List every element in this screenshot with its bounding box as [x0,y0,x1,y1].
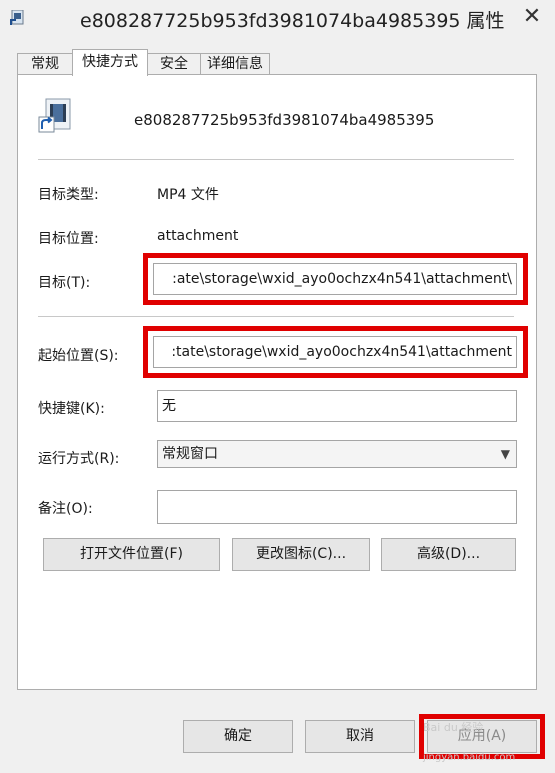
target-type-label: 目标类型: [38,187,99,203]
shortcut-panel [17,74,537,690]
shortcut-name: e808287725b953fd3981074ba4985395 [134,111,435,129]
target-location-value: attachment [157,228,239,244]
chevron-down-icon: ▼ [500,447,510,461]
divider [38,316,514,317]
target-input-text: :ate\storage\wxid_ayo0ochzx4n541\attachm… [172,271,512,287]
hotkey-input-text: 无 [162,398,176,414]
cancel-button[interactable]: 取消 [305,720,415,753]
target-label: 目标(T): [38,275,91,291]
close-button[interactable]: ✕ [519,5,545,29]
target-input[interactable]: :ate\storage\wxid_ayo0ochzx4n541\attachm… [153,263,517,295]
tab-general[interactable]: 常规 [17,53,73,74]
baidu-watermark-url: jingyan.baidu.com [423,752,516,763]
tab-details[interactable]: 详细信息 [200,53,270,74]
tab-security[interactable]: 安全 [147,53,201,74]
run-select[interactable]: 常规窗口 ▼ [157,440,517,468]
title-bar: e808287725b953fd3981074ba4985395 属性 ✕ [0,0,555,40]
ok-button[interactable]: 确定 [183,720,293,753]
hotkey-label: 快捷键(K): [38,401,105,417]
run-label: 运行方式(R): [38,451,120,467]
start-in-input[interactable]: :tate\storage\wxid_ayo0ochzx4n541\attach… [153,336,517,368]
change-icon-button[interactable]: 更改图标(C)... [232,538,370,571]
start-in-label: 起始位置(S): [38,348,119,364]
target-location-label: 目标位置: [38,231,99,247]
shortcut-app-icon [10,10,24,25]
hotkey-input[interactable]: 无 [157,390,517,422]
divider [38,159,514,160]
comment-input[interactable] [157,490,517,524]
tab-shortcut[interactable]: 快捷方式 [72,49,148,76]
video-file-icon [38,98,71,133]
baidu-watermark: Bai du 经验 [423,721,484,734]
start-in-input-text: :tate\storage\wxid_ayo0ochzx4n541\attach… [171,344,512,360]
target-type-value: MP4 文件 [157,187,219,203]
comment-label: 备注(O): [38,501,93,517]
open-file-location-button[interactable]: 打开文件位置(F) [43,538,220,571]
advanced-button[interactable]: 高级(D)... [381,538,516,571]
window-title: e808287725b953fd3981074ba4985395 属性 [80,10,505,32]
run-select-value: 常规窗口 [162,446,218,462]
